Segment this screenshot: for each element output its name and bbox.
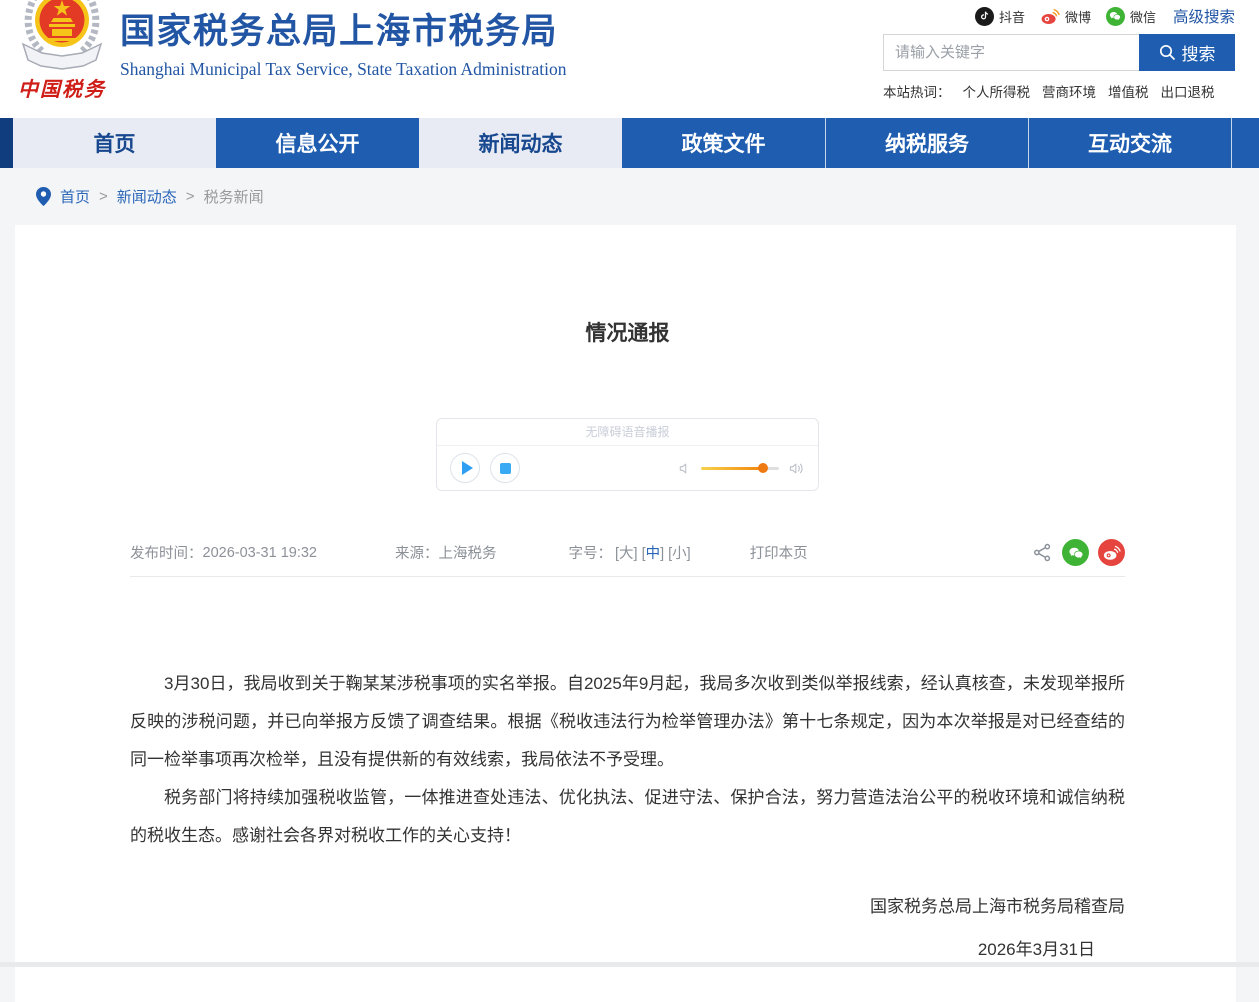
- stop-button[interactable]: [490, 453, 520, 483]
- nav-item-tax-services[interactable]: 纳税服务: [825, 118, 1028, 168]
- breadcrumb-separator: >: [186, 188, 195, 205]
- publish-time: 发布时间： 2026-03-31 19:32: [130, 542, 317, 563]
- nav-item-policy-documents[interactable]: 政策文件: [622, 118, 825, 168]
- main-nav: 首页 信息公开 新闻动态 政策文件 纳税服务 互动交流: [0, 118, 1259, 168]
- paragraph: 税务部门将持续加强税收监管，一体推进查处违法、优化执法、促进守法、保护合法，努力…: [130, 779, 1125, 855]
- site-header: 中国税务 国家税务总局上海市税务局 Shanghai Municipal Tax…: [0, 0, 1259, 118]
- font-size-large[interactable]: [大]: [615, 542, 638, 563]
- volume-slider-handle[interactable]: [758, 463, 768, 473]
- search-button-label: 搜索: [1182, 40, 1216, 65]
- print-page-button[interactable]: 打印本页: [750, 542, 808, 563]
- breadcrumb-home[interactable]: 首页: [60, 186, 90, 207]
- publish-value: 2026-03-31 19:32: [203, 545, 318, 561]
- advanced-search-link[interactable]: 高级搜索: [1173, 5, 1235, 27]
- volume-control: [677, 461, 805, 476]
- location-pin-icon: [36, 187, 51, 206]
- site-subtitle: Shanghai Municipal Tax Service, State Ta…: [120, 59, 566, 80]
- nav-item-interaction[interactable]: 互动交流: [1028, 118, 1231, 168]
- hotword-link[interactable]: 营商环境: [1042, 81, 1096, 101]
- font-size-switcher: 字号： [大] [中] [小]: [569, 542, 692, 563]
- site-title-block: 国家税务总局上海市税务局 Shanghai Municipal Tax Serv…: [120, 12, 566, 80]
- hotword-link[interactable]: 个人所得税: [963, 81, 1031, 101]
- fontsize-label: 字号：: [569, 542, 613, 563]
- volume-slider[interactable]: [701, 467, 779, 470]
- wechat-link[interactable]: 微信: [1106, 7, 1156, 26]
- social-row: 抖音 微博: [883, 3, 1235, 29]
- share-icon[interactable]: [1032, 542, 1053, 563]
- article-title: 情况通报: [130, 225, 1125, 348]
- play-icon: [462, 461, 473, 475]
- stop-icon: [500, 463, 511, 474]
- audio-player-controls: [437, 446, 818, 490]
- source-label: 来源：: [395, 542, 439, 563]
- share-icons: [1032, 539, 1125, 566]
- nav-left-edge: [0, 118, 13, 168]
- breadcrumb: 首页 > 新闻动态 > 税务新闻: [0, 168, 1259, 225]
- bottom-strip: [0, 962, 1259, 967]
- volume-low-icon: [677, 461, 692, 476]
- hotword-link[interactable]: 出口退税: [1161, 81, 1215, 101]
- search-input[interactable]: [883, 34, 1139, 71]
- weibo-label: 微博: [1065, 7, 1091, 26]
- hotwords-row: 本站热词： 个人所得税 营商环境 增值税 出口退税: [883, 81, 1235, 101]
- nav-item-home[interactable]: 首页: [13, 118, 216, 168]
- article-source: 来源： 上海税务: [395, 542, 497, 563]
- tax-emblem-icon: [14, 57, 110, 74]
- nav-item-info-disclosure[interactable]: 信息公开: [216, 118, 419, 168]
- article-meta: 发布时间： 2026-03-31 19:32 来源： 上海税务 字号： [大] …: [130, 539, 1125, 566]
- volume-high-icon: [788, 461, 805, 476]
- audio-player-caption: 无障碍语音播报: [437, 419, 818, 446]
- wechat-label: 微信: [1130, 7, 1156, 26]
- play-button[interactable]: [450, 453, 480, 483]
- nav-item-news[interactable]: 新闻动态: [419, 118, 622, 168]
- douyin-icon: [975, 7, 994, 26]
- tax-bureau-logo: 中国税务: [13, 0, 111, 102]
- breadcrumb-news[interactable]: 新闻动态: [117, 186, 177, 207]
- weibo-link[interactable]: 微博: [1040, 6, 1091, 26]
- audio-player: 无障碍语音播报: [436, 418, 819, 491]
- article-date: 2026年3月31日: [130, 938, 1125, 962]
- article-body: 3月30日，我局收到关于鞠某某涉税事项的实名举报。自2025年9月起，我局多次收…: [130, 665, 1125, 855]
- douyin-link[interactable]: 抖音: [975, 7, 1025, 26]
- header-right: 抖音 微博: [883, 3, 1235, 101]
- breadcrumb-separator: >: [99, 188, 108, 205]
- hotwords-label: 本站热词：: [883, 81, 951, 101]
- search-bar: 搜索: [883, 34, 1235, 71]
- wechat-icon: [1106, 7, 1125, 26]
- article-signature: 国家税务总局上海市税务局稽查局: [130, 895, 1125, 919]
- logo-caption: 中国税务: [13, 73, 111, 102]
- font-size-small[interactable]: [小]: [668, 542, 691, 563]
- publish-label: 发布时间：: [130, 542, 203, 563]
- meta-divider: [130, 576, 1125, 577]
- hotword-link[interactable]: 增值税: [1108, 81, 1149, 101]
- weibo-share-icon[interactable]: [1098, 539, 1125, 566]
- article-card: 情况通报 无障碍语音播报: [15, 225, 1236, 1002]
- wechat-share-icon[interactable]: [1062, 539, 1089, 566]
- douyin-label: 抖音: [999, 7, 1025, 26]
- nav-tail: [1231, 118, 1259, 168]
- search-icon: [1159, 44, 1176, 61]
- font-size-medium[interactable]: [中]: [642, 542, 665, 563]
- source-value: 上海税务: [439, 542, 497, 563]
- site-title: 国家税务总局上海市税务局: [120, 12, 566, 52]
- search-button[interactable]: 搜索: [1139, 34, 1235, 71]
- weibo-icon: [1040, 6, 1060, 26]
- paragraph: 3月30日，我局收到关于鞠某某涉税事项的实名举报。自2025年9月起，我局多次收…: [130, 665, 1125, 779]
- breadcrumb-current: 税务新闻: [204, 186, 264, 207]
